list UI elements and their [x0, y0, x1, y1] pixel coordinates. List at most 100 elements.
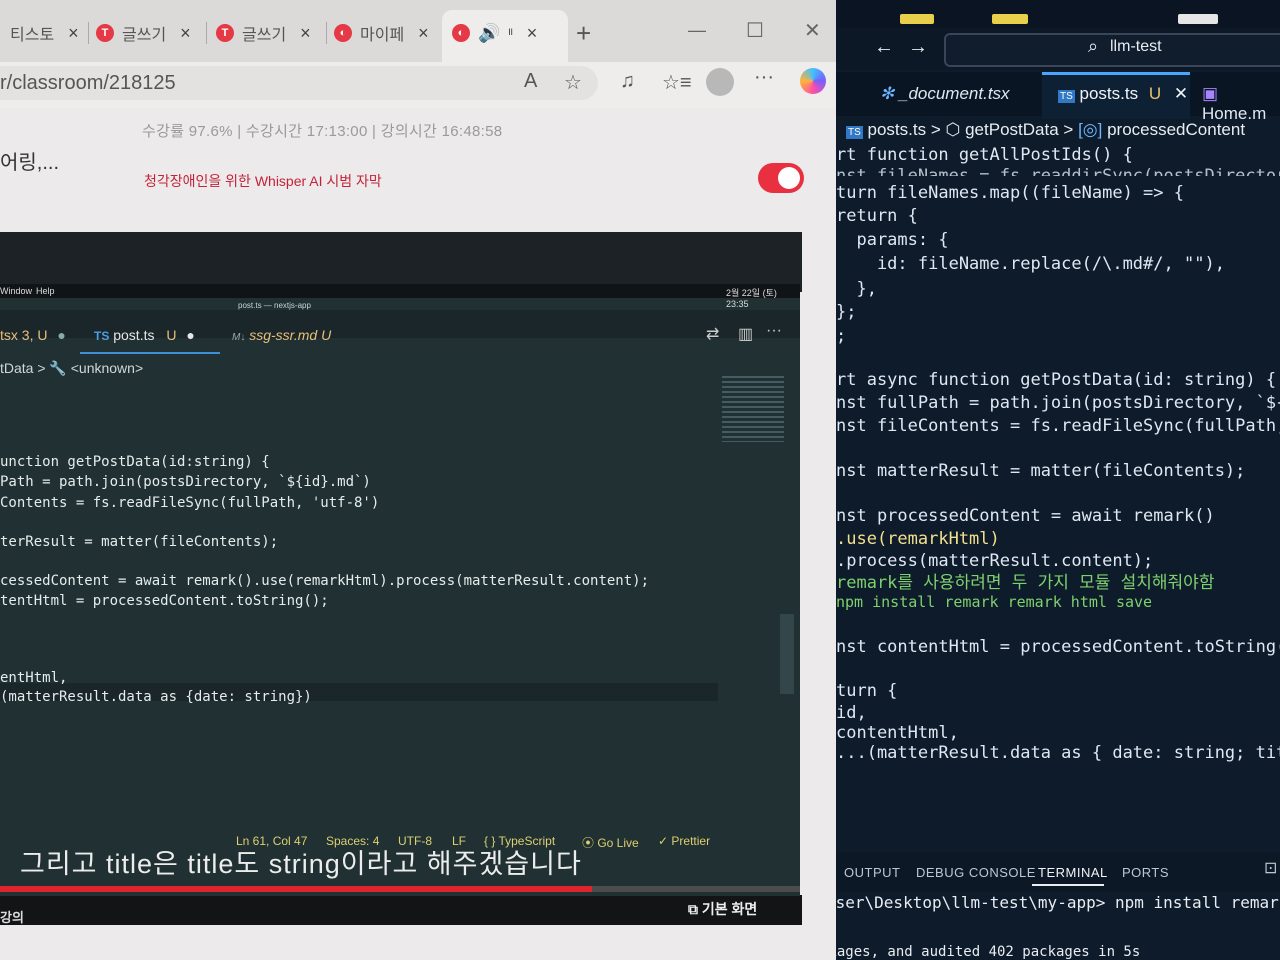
- tab-divider: [206, 22, 207, 44]
- close-icon[interactable]: ×: [300, 23, 311, 44]
- panel-tab-ports[interactable]: PORTS: [1122, 865, 1169, 880]
- compare-icon: ⇄: [706, 326, 720, 343]
- close-icon[interactable]: ×: [68, 23, 79, 44]
- code-line: entHtml,: [0, 670, 68, 686]
- browser-tab-write-2[interactable]: T 글쓰기 ×: [216, 14, 311, 52]
- browser-tab-tistory[interactable]: 티스토 ×: [10, 14, 79, 52]
- modified-dot-icon: ●: [186, 327, 195, 343]
- vscode-window: ← → ⌕ llm-test ✻ _document.tsx TS posts.…: [836, 0, 1280, 960]
- close-icon[interactable]: ✕: [1174, 84, 1188, 103]
- video-tab-md: M↓ ssg-ssr.md U: [232, 327, 331, 343]
- panel-tab-debug-console[interactable]: DEBUG CONSOLE: [916, 865, 1036, 880]
- active-tab-indicator: [80, 352, 220, 354]
- breadcrumb-variable[interactable]: processedContent: [1107, 120, 1245, 139]
- code-line: Path = path.join(postsDirectory, `${id}.…: [0, 474, 371, 490]
- untracked-badge: U: [166, 327, 177, 343]
- back-button[interactable]: ←: [874, 36, 894, 59]
- picture-in-picture-icon[interactable]: ᴵᴵ: [508, 26, 512, 41]
- browser-tab-mypage[interactable]: ◐ 마이페 ×: [334, 14, 429, 52]
- site-favicon-icon: ◐: [334, 24, 352, 42]
- collections-icon[interactable]: ☆≡: [662, 70, 692, 95]
- tab-label: 글쓰기: [242, 27, 287, 44]
- tistory-favicon-icon: T: [216, 24, 234, 42]
- code-line: Contents = fs.readFileSync(fullPath, 'ut…: [0, 495, 380, 511]
- code-line: cessedContent = await remark().use(remar…: [0, 573, 650, 589]
- search-icon: ⌕: [1088, 36, 1099, 56]
- video-player-controls: [0, 895, 802, 925]
- editor-breadcrumb[interactable]: TS posts.ts > ⬡ getPostData > [◎] proces…: [846, 120, 1245, 140]
- screen-mode-icon: ⧉: [688, 901, 698, 917]
- code-line: params: {: [836, 230, 949, 250]
- code-line: turn fileNames.map((fileName) => {: [836, 183, 1184, 203]
- minimize-button[interactable]: —: [688, 20, 706, 41]
- more-icon: ···: [766, 322, 782, 339]
- tab-divider: [88, 22, 89, 44]
- new-tab-button[interactable]: +: [576, 18, 591, 49]
- code-line: rt function getAllPostIds() {: [836, 145, 1133, 165]
- react-icon: ✻: [880, 84, 895, 103]
- terminal-icon[interactable]: ⊡: [1264, 858, 1277, 878]
- status-golive: ⦿ Go Live: [582, 836, 639, 850]
- code-comment: npm install remark remark html save: [836, 593, 1153, 611]
- code-line: id,: [836, 703, 867, 723]
- view-mode-label: 기본 화면: [701, 901, 758, 917]
- maximize-button[interactable]: ☐: [746, 18, 764, 43]
- breadcrumb-file[interactable]: posts.ts: [868, 120, 927, 139]
- video-frame[interactable]: Window Help 2월 22일 (토) 23:35 post.ts — n…: [0, 284, 800, 896]
- tab-label: _document.tsx: [898, 84, 1010, 103]
- copilot-icon[interactable]: [800, 68, 826, 94]
- more-icon[interactable]: ···: [754, 66, 774, 89]
- close-window-button[interactable]: ✕: [804, 18, 821, 43]
- tab-document[interactable]: ✻ _document.tsx: [880, 84, 1010, 104]
- profile-icon[interactable]: [706, 68, 734, 96]
- status-prettier: ✓ Prettier: [658, 834, 711, 848]
- code-line: (matterResult.data as {date: string}): [0, 689, 312, 705]
- code-line: nst processedContent = await remark(): [836, 506, 1215, 526]
- tab-home[interactable]: ▣ Home.m: [1202, 84, 1280, 124]
- tab-label: posts.ts: [1079, 84, 1139, 103]
- browser-tab-current[interactable]: ◐ 🔊 ᴵᴵ ×: [452, 14, 537, 52]
- tistory-favicon-icon: T: [96, 24, 114, 42]
- breadcrumb-separator: >: [930, 120, 941, 139]
- favorite-icon[interactable]: ☆: [564, 70, 582, 95]
- tab-label: tsx 3, U: [0, 327, 48, 343]
- code-line: tentHtml = processedContent.toString();: [0, 593, 329, 609]
- code-line: nst fileNames = fs.readdirSync(postsDire…: [836, 166, 1280, 176]
- forward-button[interactable]: →: [908, 36, 928, 59]
- lecture-title: 어링,...: [0, 152, 60, 174]
- code-line: terResult = matter(fileContents);: [0, 534, 279, 550]
- lecture-stats: 수강률 97.6% | 수강시간 17:13:00 | 강의시간 16:48:5…: [142, 123, 503, 140]
- code-line: turn {: [836, 681, 898, 701]
- code-line: },: [836, 279, 877, 299]
- desktop-file-icon: [1178, 14, 1218, 24]
- markdown-icon: M↓: [232, 332, 246, 343]
- close-icon[interactable]: ×: [527, 23, 538, 44]
- video-player-top: [0, 232, 802, 292]
- code-line: contentHtml,: [836, 723, 959, 743]
- url-text[interactable]: r/classroom/218125: [0, 72, 176, 95]
- tab-label: 마이페: [360, 27, 405, 44]
- music-icon[interactable]: ♫: [620, 70, 635, 93]
- browser-tab-write-1[interactable]: T 글쓰기 ×: [96, 14, 191, 52]
- toggle-knob: [778, 167, 800, 189]
- lecture-menu-label[interactable]: 강의: [0, 907, 24, 926]
- close-icon[interactable]: ×: [180, 23, 191, 44]
- panel-tab-output[interactable]: OUTPUT: [844, 865, 900, 880]
- breadcrumb-function[interactable]: getPostData: [965, 120, 1059, 139]
- code-line: .use(remarkHtml): [836, 529, 1000, 549]
- code-line: ;: [836, 326, 847, 346]
- view-mode-button[interactable]: ⧉ 기본 화면: [688, 899, 757, 919]
- speaker-icon[interactable]: 🔊: [478, 23, 500, 44]
- video-scrollbar: [780, 614, 794, 694]
- close-icon[interactable]: ×: [418, 23, 429, 44]
- code-line: ...(matterResult.data as { date: string;…: [836, 743, 1280, 763]
- panel-tab-terminal[interactable]: TERMINAL: [1038, 865, 1108, 880]
- command-center-text[interactable]: llm-test: [1110, 38, 1162, 56]
- menu-help: Help: [36, 286, 55, 296]
- function-symbol-icon: ⬡: [945, 120, 961, 139]
- read-aloud-icon[interactable]: A: [524, 70, 537, 93]
- minimap: [722, 376, 784, 442]
- video-window-title: post.ts — nextjs-app: [238, 301, 311, 310]
- mac-menubar: [0, 284, 800, 298]
- tab-posts[interactable]: TS posts.ts U ✕: [1058, 84, 1188, 104]
